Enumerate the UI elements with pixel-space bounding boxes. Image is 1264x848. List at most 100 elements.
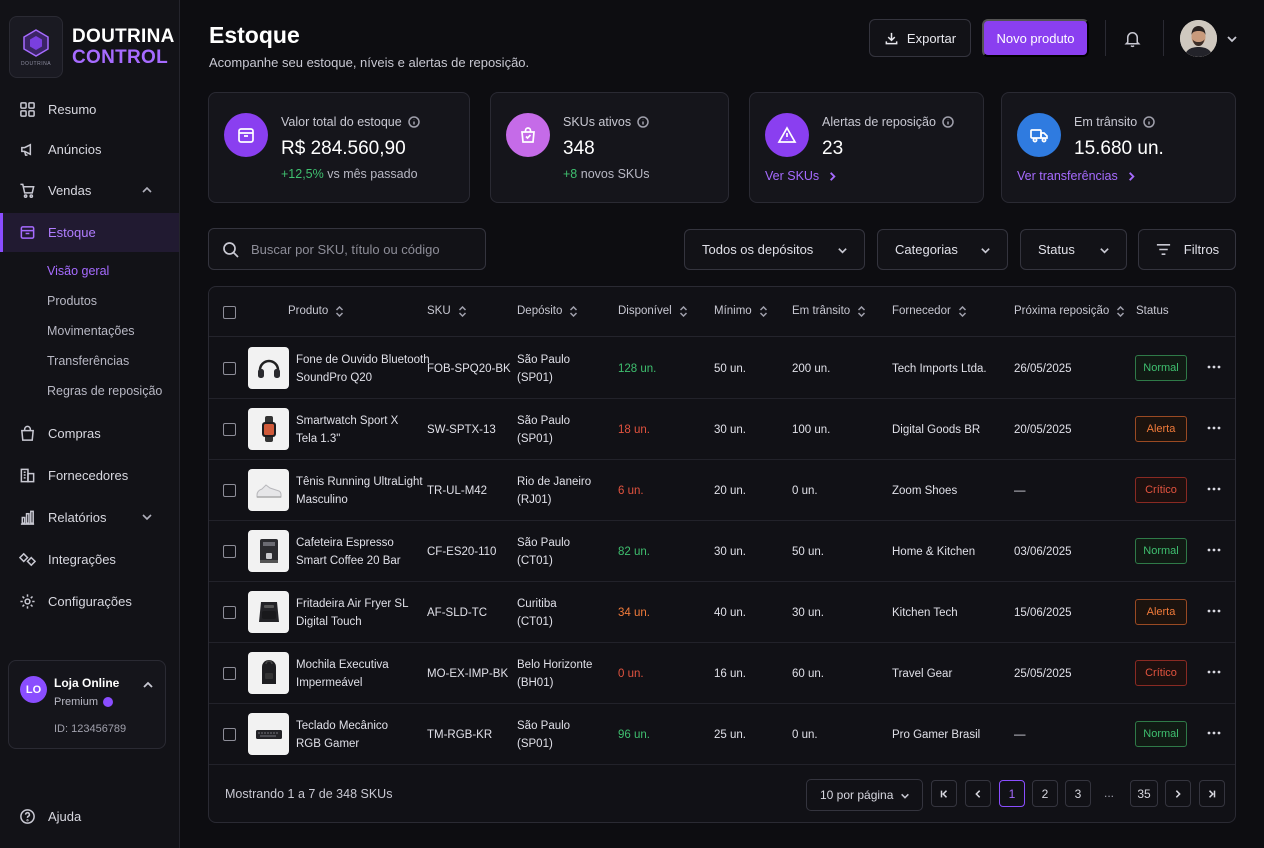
product-name-line: Tela 1.3" — [296, 433, 341, 445]
chevron-down-icon[interactable] — [1226, 33, 1238, 45]
brand[interactable]: DOUTRINA DOUTRINA CONTROL — [9, 16, 175, 78]
sidebar-item-anuncios[interactable]: Anúncios — [0, 130, 179, 168]
info-icon[interactable] — [942, 116, 954, 128]
column-header-fornecedor[interactable]: Fornecedor — [892, 305, 967, 317]
table-row[interactable]: Smartwatch Sport X Tela 1.3" SW-SPTX-13 S… — [209, 399, 1235, 460]
column-header-proxima-reposicao[interactable]: Próxima reposição — [1014, 305, 1125, 317]
keyboard-icon — [255, 730, 282, 739]
row-checkbox[interactable] — [223, 606, 236, 619]
chevron-up-icon[interactable] — [142, 679, 154, 691]
page-button-last[interactable]: 35 — [1130, 780, 1158, 807]
bell-icon[interactable] — [1123, 29, 1142, 48]
table-row[interactable]: Teclado Mecânico RGB Gamer TM-RGB-KR São … — [209, 704, 1235, 765]
more-options-icon[interactable] — [1207, 726, 1221, 740]
table-row[interactable]: Mochila Executiva Impermeável MO-EX-IMP-B… — [209, 643, 1235, 704]
sidebar-item-integracoes[interactable]: Integrações — [0, 540, 179, 578]
deposit-select[interactable]: Todos os depósitos — [684, 229, 865, 270]
supplier-cell: Pro Gamer Brasil — [892, 729, 981, 741]
sidebar-subitem-produtos[interactable]: Produtos — [47, 294, 97, 308]
sidebar-subitem-transferencias[interactable]: Transferências — [47, 354, 129, 368]
select-all-checkbox[interactable] — [223, 306, 236, 319]
table-row[interactable]: Fone de Ouvido Bluetooth SoundPro Q20 FOB… — [209, 338, 1235, 399]
filters-button[interactable]: Filtros — [1138, 229, 1236, 270]
column-header-deposito[interactable]: Depósito — [517, 305, 578, 317]
user-avatar[interactable] — [1180, 20, 1217, 57]
search-box[interactable] — [208, 228, 486, 270]
sidebar-item-configuracoes[interactable]: Configurações — [0, 582, 179, 620]
deposit-select-value: Todos os depósitos — [702, 242, 814, 257]
link-label: Ver SKUs — [765, 169, 820, 183]
row-checkbox[interactable] — [223, 728, 236, 741]
view-skus-link[interactable]: Ver SKUs — [765, 169, 838, 183]
more-options-icon[interactable] — [1207, 360, 1221, 374]
more-options-icon[interactable] — [1207, 482, 1221, 496]
sidebar-item-relatorios[interactable]: Relatórios — [0, 498, 179, 536]
sidebar-item-compras[interactable]: Compras — [0, 414, 179, 452]
shopping-bag-icon — [521, 127, 535, 143]
row-checkbox[interactable] — [223, 484, 236, 497]
column-header-em-transito[interactable]: Em trânsito — [792, 305, 866, 317]
more-options-icon[interactable] — [1207, 604, 1221, 618]
kpi-delta-value: +12,5% — [281, 167, 324, 181]
more-options-icon[interactable] — [1207, 543, 1221, 557]
sidebar-subitem-visao-geral[interactable]: Visão geral — [47, 264, 109, 278]
per-page-select[interactable]: 10 por página — [806, 779, 923, 811]
info-icon[interactable] — [407, 116, 420, 128]
available-cell: 18 un. — [618, 424, 650, 436]
sidebar-item-estoque[interactable]: Estoque — [0, 213, 179, 252]
status-select[interactable]: Status — [1020, 229, 1127, 270]
kpi-delta-value: +8 — [563, 167, 578, 181]
prev-page-button[interactable] — [965, 780, 991, 807]
row-checkbox[interactable] — [223, 545, 236, 558]
help-link[interactable]: Ajuda — [19, 808, 81, 825]
view-transfers-link[interactable]: Ver transferências — [1017, 169, 1137, 183]
kpi-label-text: Em trânsito — [1074, 115, 1138, 129]
row-checkbox[interactable] — [223, 423, 236, 436]
sidebar-item-label: Fornecedores — [48, 467, 129, 483]
column-header-sku[interactable]: SKU — [427, 305, 467, 317]
first-page-button[interactable] — [931, 780, 957, 807]
deposit-city: São Paulo — [517, 537, 571, 549]
last-page-button[interactable] — [1199, 780, 1225, 807]
sidebar-item-fornecedores[interactable]: Fornecedores — [0, 456, 179, 494]
page-button-1[interactable]: 1 — [999, 780, 1025, 807]
info-icon[interactable] — [1143, 116, 1155, 128]
supplier-cell: Zoom Shoes — [892, 485, 958, 497]
page-button-2[interactable]: 2 — [1032, 780, 1058, 807]
sidebar-subitem-regras[interactable]: Regras de reposição — [47, 384, 162, 398]
next-restock-cell: 26/05/2025 — [1014, 363, 1072, 375]
row-checkbox[interactable] — [223, 667, 236, 680]
column-header-disponivel[interactable]: Disponível — [618, 305, 688, 317]
deposit-city: Rio de Janeiro — [517, 476, 592, 488]
help-circle-icon — [20, 809, 35, 824]
kpi-value: 15.680 un. — [1074, 138, 1164, 159]
column-header-produto[interactable]: Produto — [288, 305, 344, 317]
table-row[interactable]: Tênis Running UltraLight Masculino TR-UL-… — [209, 460, 1235, 521]
next-page-button[interactable] — [1165, 780, 1191, 807]
new-product-button[interactable]: Novo produto — [982, 19, 1089, 57]
kpi-icon — [765, 113, 809, 157]
sort-icon — [679, 305, 687, 317]
row-checkbox[interactable] — [223, 362, 236, 375]
kpi-label: Valor total do estoque — [281, 115, 420, 129]
sidebar-subitem-movimentacoes[interactable]: Movimentações — [47, 324, 135, 338]
category-select[interactable]: Categorias — [877, 229, 1008, 270]
more-options-icon[interactable] — [1207, 421, 1221, 435]
page-button-3[interactable]: 3 — [1065, 780, 1091, 807]
column-header-minimo[interactable]: Mínimo — [714, 305, 768, 317]
export-button[interactable]: Exportar — [869, 19, 971, 57]
more-options-icon[interactable] — [1207, 665, 1221, 679]
table-row[interactable]: Fritadeira Air Fryer SL Digital Touch AF-… — [209, 582, 1235, 643]
chevron-down-icon[interactable] — [141, 511, 153, 523]
search-input[interactable] — [251, 229, 481, 269]
column-label: Disponível — [618, 305, 672, 317]
brand-logo: DOUTRINA — [9, 16, 63, 78]
info-icon[interactable] — [637, 116, 649, 128]
account-switcher[interactable]: LO Loja Online Premium ID: 123456789 — [8, 660, 166, 749]
sidebar-item-label: Anúncios — [48, 141, 102, 157]
chevron-up-icon[interactable] — [141, 184, 153, 196]
sidebar-item-resumo[interactable]: Resumo — [0, 90, 179, 128]
column-label: Depósito — [517, 305, 563, 317]
sidebar-item-vendas[interactable]: Vendas — [0, 171, 179, 209]
table-row[interactable]: Cafeteira Espresso Smart Coffee 20 Bar CF… — [209, 521, 1235, 582]
